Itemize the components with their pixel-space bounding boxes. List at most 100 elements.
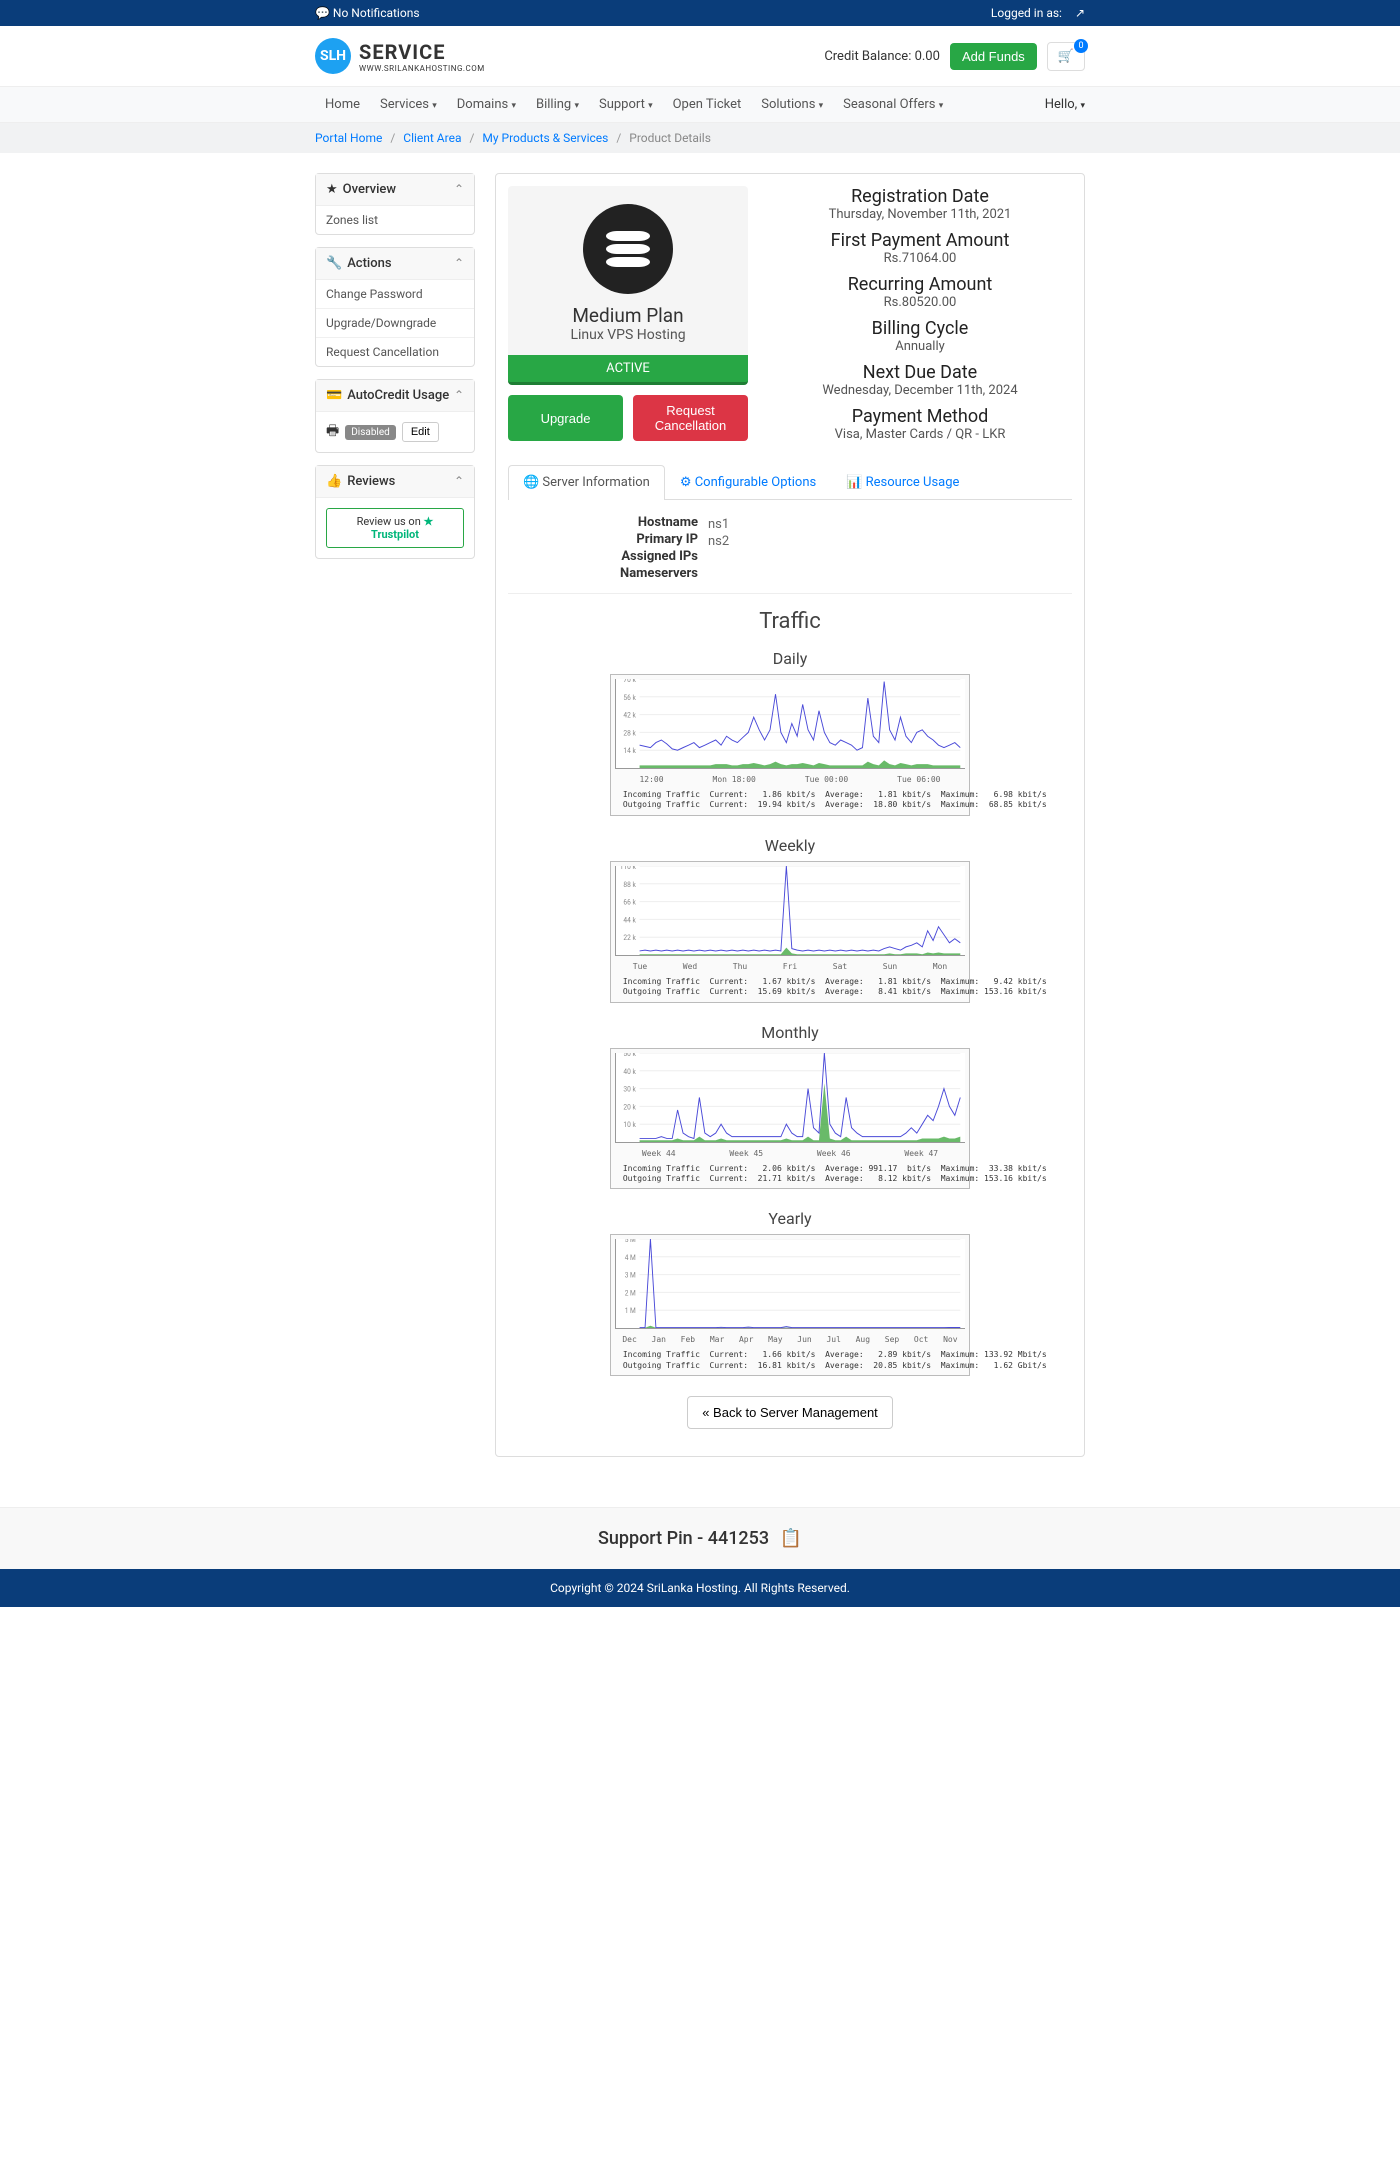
svg-text:40 k: 40 k	[623, 1067, 636, 1075]
cart-button[interactable]: 🛒 0	[1047, 42, 1085, 71]
support-pin: Support Pin - 441253 📋	[0, 1507, 1400, 1569]
ns1-value: ns1	[708, 517, 729, 532]
sidebar: ★Overview Zones list 🔧Actions Change Pas…	[315, 173, 475, 1457]
content: Medium Plan Linux VPS Hosting ACTIVE Upg…	[495, 173, 1085, 1457]
svg-text:42 k: 42 k	[623, 711, 636, 719]
ns2-value: ns2	[708, 534, 729, 549]
nav-item-solutions[interactable]: Solutions ▾	[751, 87, 833, 122]
chart-title: Weekly	[508, 836, 1072, 855]
svg-text:56 k: 56 k	[623, 694, 636, 702]
tab-resource-usage[interactable]: 📊 Resource Usage	[831, 465, 974, 499]
nav-item-billing[interactable]: Billing ▾	[526, 87, 589, 122]
chevron-icon	[454, 182, 464, 197]
topbar: 💬 No Notifications Logged in as: ↗	[0, 0, 1400, 26]
svg-text:66 k: 66 k	[623, 898, 636, 906]
panel-autocredit: 💳AutoCredit Usage 🖶 Disabled Edit	[315, 379, 475, 453]
logo-text: SERVICE	[359, 40, 485, 64]
cart-badge: 0	[1074, 39, 1088, 53]
svg-text:88 k: 88 k	[623, 880, 636, 888]
nav-item-services[interactable]: Services ▾	[370, 87, 447, 122]
wrench-icon: 🔧	[326, 256, 342, 271]
footer: Copyright © 2024 SriLanka Hosting. All R…	[0, 1569, 1400, 1607]
print-icon: 🖶	[326, 420, 339, 444]
tabs: 🌐 Server Information ⚙ Configurable Opti…	[508, 465, 1072, 500]
plan-subtitle: Linux VPS Hosting	[508, 327, 748, 343]
panel-header-reviews[interactable]: 👍Reviews	[316, 466, 474, 498]
info-value: Annually	[768, 339, 1072, 354]
info-label: Payment Method	[768, 406, 1072, 427]
svg-text:30 k: 30 k	[623, 1085, 636, 1093]
svg-text:44 k: 44 k	[623, 916, 636, 924]
nav-item-domains[interactable]: Domains ▾	[447, 87, 526, 122]
breadcrumb-portal[interactable]: Portal Home	[315, 131, 382, 145]
chevron-icon	[454, 256, 464, 271]
external-icon[interactable]: ↗	[1075, 6, 1085, 20]
info-label: Recurring Amount	[768, 274, 1072, 295]
chevron-down-icon[interactable]: ▾	[1080, 101, 1085, 111]
info-label: First Payment Amount	[768, 230, 1072, 251]
plan-name: Medium Plan	[508, 304, 748, 327]
chart-title: Yearly	[508, 1209, 1072, 1228]
info-value: Rs.71064.00	[768, 251, 1072, 266]
back-button[interactable]: « Back to Server Management	[687, 1396, 893, 1429]
info-value: Rs.80520.00	[768, 295, 1072, 310]
panel-reviews: 👍Reviews Review us on ★ Trustpilot	[315, 465, 475, 559]
nav-item-open-ticket[interactable]: Open Ticket	[663, 87, 752, 122]
chart-title: Daily	[508, 649, 1072, 668]
logo[interactable]: SLH SERVICE WWW.SRILANKAHOSTING.COM	[315, 38, 485, 74]
breadcrumb-client[interactable]: Client Area	[403, 131, 461, 145]
cancel-button[interactable]: Request Cancellation	[633, 395, 748, 441]
sidebar-item-zones[interactable]: Zones list	[316, 206, 474, 234]
svg-text:22 k: 22 k	[623, 934, 636, 942]
svg-text:5 M: 5 M	[625, 1239, 636, 1244]
svg-text:70 k: 70 k	[623, 679, 636, 684]
svg-text:3 M: 3 M	[625, 1272, 636, 1280]
trustpilot-button[interactable]: Review us on ★ Trustpilot	[326, 508, 464, 548]
hostname-label: Hostname	[508, 515, 698, 530]
upgrade-button[interactable]: Upgrade	[508, 395, 623, 441]
hello-label: Hello,	[1045, 97, 1077, 112]
sidebar-item-changepw[interactable]: Change Password	[316, 280, 474, 309]
notifications-link[interactable]: 💬 No Notifications	[315, 6, 420, 20]
add-funds-button[interactable]: Add Funds	[950, 43, 1037, 70]
edit-button[interactable]: Edit	[402, 422, 439, 442]
navbar: HomeServices ▾Domains ▾Billing ▾Support …	[0, 86, 1400, 123]
nav-item-home[interactable]: Home	[315, 87, 370, 122]
info-label: Billing Cycle	[768, 318, 1072, 339]
svg-text:50 k: 50 k	[623, 1053, 636, 1058]
panel-header-actions[interactable]: 🔧Actions	[316, 248, 474, 280]
info-label: Registration Date	[768, 186, 1072, 207]
ns-label: Nameservers	[508, 566, 698, 581]
panel-actions: 🔧Actions Change Password Upgrade/Downgra…	[315, 247, 475, 367]
svg-text:20 k: 20 k	[623, 1103, 636, 1111]
nav-item-support[interactable]: Support ▾	[589, 87, 663, 122]
panel-header-autocredit[interactable]: 💳AutoCredit Usage	[316, 380, 474, 412]
product-card: Medium Plan Linux VPS Hosting ACTIVE	[508, 186, 748, 385]
chart-weekly: 22 k44 k66 k88 k110 kTueWedThuFriSatSunM…	[610, 861, 970, 1003]
logo-icon: SLH	[315, 38, 351, 74]
panel-header-overview[interactable]: ★Overview	[316, 174, 474, 206]
breadcrumb-products[interactable]: My Products & Services	[482, 131, 608, 145]
copy-icon[interactable]: 📋	[780, 1528, 802, 1549]
panel-overview: ★Overview Zones list	[315, 173, 475, 235]
chart-title: Monthly	[508, 1023, 1072, 1042]
traffic-title: Traffic	[508, 609, 1072, 634]
svg-text:4 M: 4 M	[625, 1254, 636, 1262]
credit-balance: Credit Balance: 0.00	[824, 49, 940, 64]
breadcrumb-current: Product Details	[629, 131, 711, 145]
nav-item-seasonal-offers[interactable]: Seasonal Offers ▾	[833, 87, 953, 122]
tab-config-options[interactable]: ⚙ Configurable Options	[665, 465, 831, 499]
svg-text:2 M: 2 M	[625, 1290, 636, 1298]
server-info: Hostname Primary IP Assigned IPs Nameser…	[508, 515, 1072, 583]
tab-server-info[interactable]: 🌐 Server Information	[508, 465, 665, 500]
sidebar-item-cancel[interactable]: Request Cancellation	[316, 338, 474, 366]
svg-text:14 k: 14 k	[623, 747, 636, 755]
chart-daily: 14 k28 k42 k56 k70 k12:00Mon 18:00Tue 00…	[610, 674, 970, 816]
sidebar-item-upgrade[interactable]: Upgrade/Downgrade	[316, 309, 474, 338]
svg-text:110 k: 110 k	[620, 866, 637, 871]
database-icon	[583, 204, 673, 294]
logged-in-label: Logged in as:	[991, 6, 1062, 20]
thumbs-up-icon: 👍	[326, 474, 342, 489]
svg-text:1 M: 1 M	[625, 1307, 636, 1315]
cart-icon: 🛒	[1058, 49, 1074, 64]
